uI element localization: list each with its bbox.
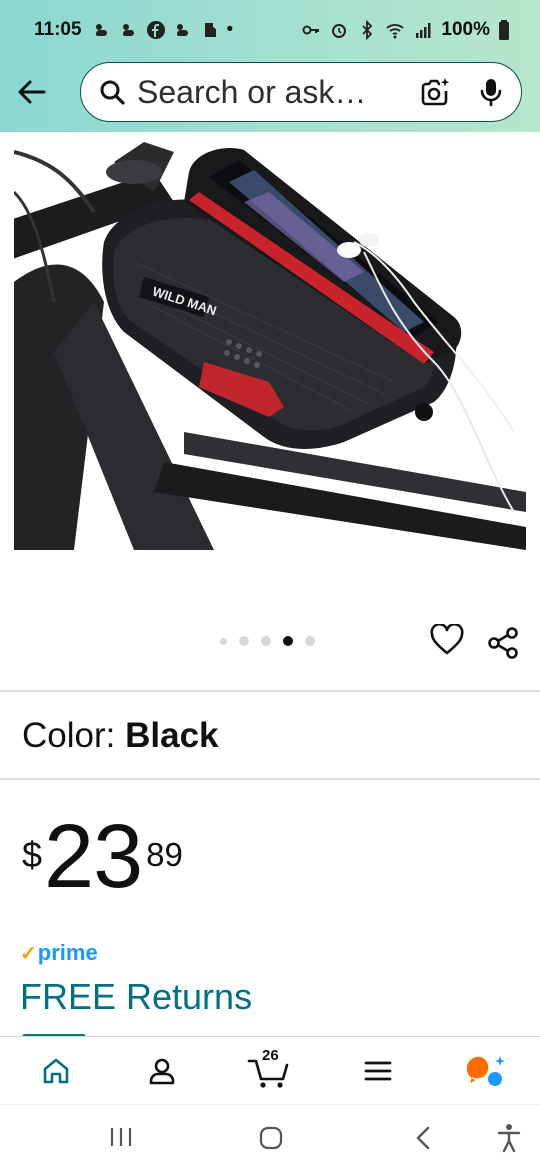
notification-icons: • [92, 19, 234, 41]
section-divider [0, 778, 540, 780]
weather-icon [122, 24, 134, 36]
search-icon [100, 80, 125, 105]
account-icon [149, 1058, 175, 1085]
camera-search-icon[interactable] [419, 76, 451, 108]
carousel-dot[interactable] [220, 637, 227, 645]
weather-icon [95, 24, 107, 36]
carousel-dot-active[interactable] [283, 636, 293, 646]
price-currency: $ [22, 834, 43, 875]
alarm-icon [332, 24, 347, 38]
bottom-navigation: 26 [0, 1036, 540, 1104]
heart-icon[interactable] [430, 624, 464, 656]
battery-icon [499, 20, 509, 40]
prime-label: prime [37, 940, 98, 965]
free-returns-link[interactable]: FREE Returns [20, 976, 252, 1018]
vpn-key-icon [302, 25, 320, 35]
menu-icon [364, 1061, 392, 1081]
back-arrow-icon[interactable] [14, 74, 50, 110]
product-image[interactable]: WILD MAN [14, 132, 526, 550]
nav-account[interactable] [142, 1051, 182, 1091]
weather-icon [176, 24, 188, 36]
section-divider [0, 690, 540, 692]
carousel-indicator [220, 636, 315, 646]
prime-badge[interactable]: ✓ prime [20, 940, 98, 966]
carousel-dot[interactable] [261, 636, 271, 646]
facebook-icon [146, 21, 165, 39]
status-bar: 11:05 • 100% [0, 0, 540, 60]
home-button-icon[interactable] [258, 1125, 284, 1151]
bike-frame-bag-photo: WILD MAN [14, 142, 526, 550]
battery-percent: 100% [441, 19, 490, 40]
nav-home[interactable] [36, 1051, 76, 1091]
rufus-icon [467, 1056, 505, 1086]
wifi-icon [386, 24, 404, 39]
color-selector[interactable]: Color: Black [22, 716, 219, 756]
color-label: Color: [22, 716, 116, 755]
nav-menu[interactable] [362, 1051, 394, 1091]
bluetooth-icon [362, 20, 373, 40]
status-time: 11:05 [34, 19, 82, 40]
back-button-icon[interactable] [412, 1125, 434, 1151]
system-navigation-bar [0, 1104, 540, 1170]
prime-check-icon: ✓ [20, 942, 37, 965]
price: $ 23 89 [22, 812, 183, 902]
carousel-dot[interactable] [239, 636, 249, 646]
cart-count: 26 [262, 1047, 279, 1064]
more-notifications-dot: • [226, 19, 234, 40]
signal-icon [416, 23, 431, 38]
app-header: 11:05 • 100% Search or ask… [0, 0, 540, 132]
share-icon[interactable] [486, 626, 520, 660]
nav-cart[interactable]: 26 [246, 1047, 292, 1091]
carousel-dot[interactable] [305, 636, 315, 646]
search-input[interactable]: Search or ask… [137, 74, 419, 111]
price-whole: 23 [44, 807, 143, 907]
accessibility-icon[interactable] [496, 1123, 522, 1153]
nav-rufus[interactable] [466, 1051, 508, 1091]
recent-apps-icon[interactable] [108, 1125, 134, 1149]
price-fraction: 89 [146, 836, 183, 873]
microphone-icon[interactable] [477, 77, 505, 107]
color-value: Black [125, 716, 219, 755]
search-bar[interactable]: Search or ask… [80, 62, 522, 122]
system-status: 100% [301, 19, 510, 41]
app-notification-icon [204, 23, 216, 37]
home-icon [43, 1058, 69, 1084]
